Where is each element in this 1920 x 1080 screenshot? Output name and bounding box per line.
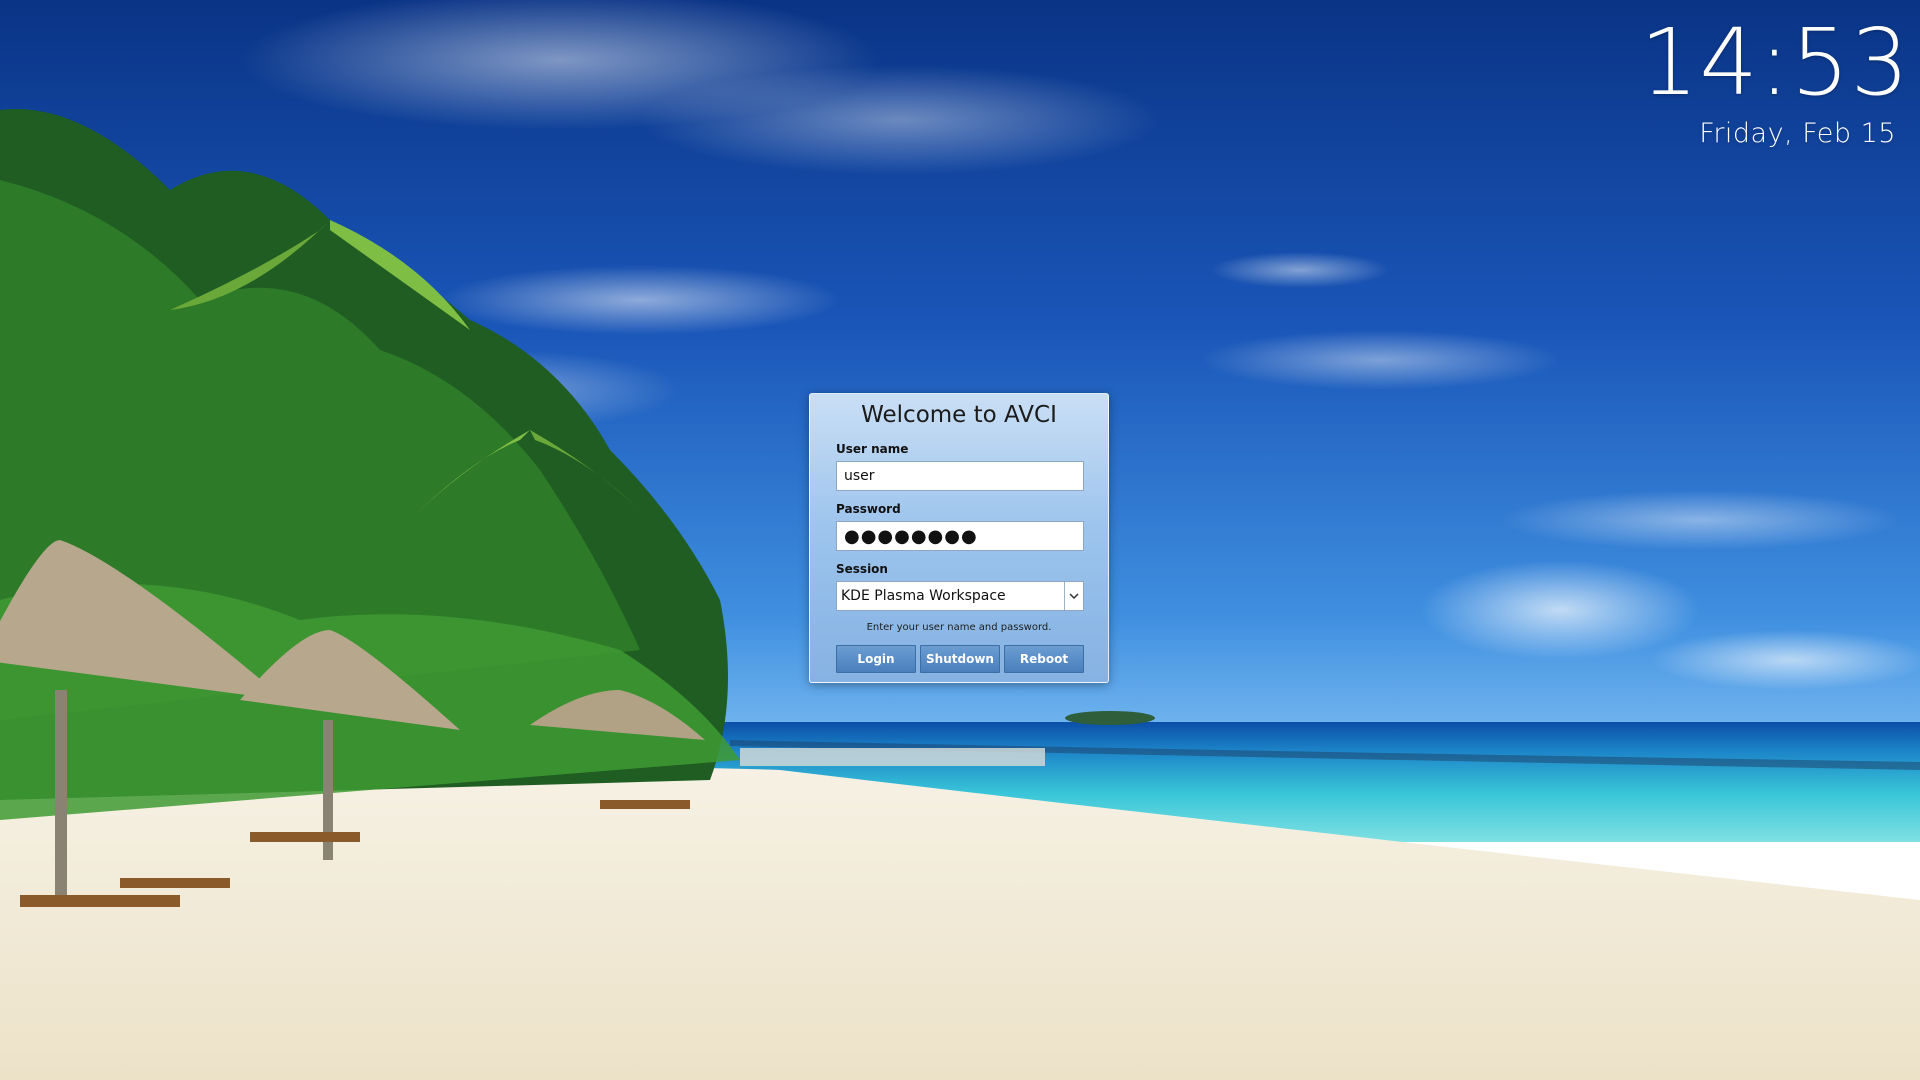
- login-button[interactable]: Login: [836, 645, 916, 673]
- chevron-down-icon[interactable]: [1064, 582, 1083, 610]
- password-mask: ●●●●●●●●: [844, 525, 978, 547]
- username-input[interactable]: user: [836, 461, 1084, 491]
- session-value: KDE Plasma Workspace: [841, 588, 1006, 604]
- clock-widget: 14:53 Friday, Feb 15: [1639, 9, 1910, 150]
- login-hint: Enter your user name and password.: [866, 622, 1052, 633]
- password-label: Password: [836, 502, 901, 516]
- login-dialog: Welcome to AVCI User name user Password …: [809, 393, 1109, 683]
- session-select[interactable]: KDE Plasma Workspace: [836, 581, 1084, 611]
- dialog-title: Welcome to AVCI: [861, 402, 1057, 428]
- password-input[interactable]: ●●●●●●●●: [836, 521, 1084, 551]
- session-label: Session: [836, 562, 888, 576]
- reboot-button[interactable]: Reboot: [1004, 645, 1084, 673]
- shutdown-button[interactable]: Shutdown: [920, 645, 1000, 673]
- clock-date: Friday, Feb 15: [1699, 118, 1896, 149]
- login-screen: 14:53 Friday, Feb 15 Welcome to AVCI Use…: [0, 0, 1920, 1080]
- username-label: User name: [836, 442, 909, 456]
- clock-time: 14:53: [1639, 9, 1910, 116]
- username-value: user: [844, 468, 875, 484]
